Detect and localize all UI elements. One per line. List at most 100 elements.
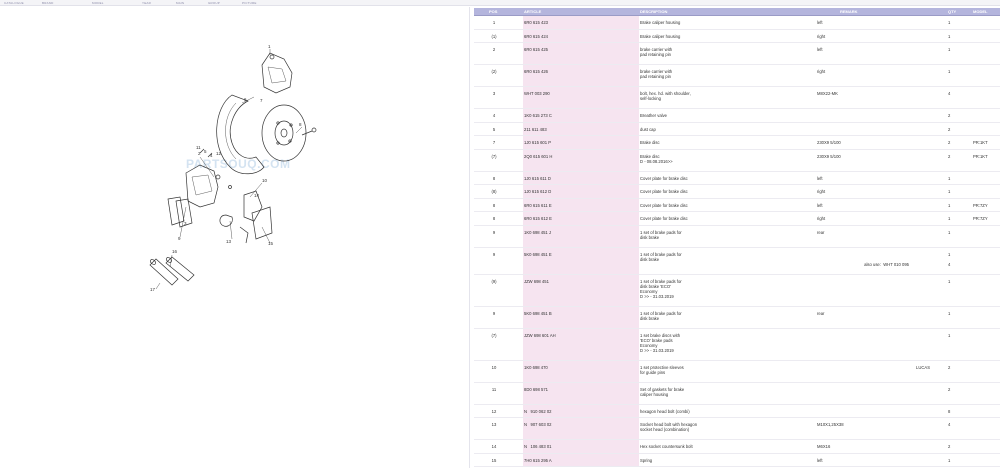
- table-row[interactable]: (7) JZW 698 601 AH 1 set brake discs with …: [474, 328, 1000, 361]
- nav-year[interactable]: YEAR: [142, 0, 151, 6]
- table-row[interactable]: 8 6R0 615 612 E Cover plate for brake disc…: [474, 212, 1000, 226]
- pos-cell: 4: [492, 113, 496, 118]
- nav-brand[interactable]: BRAND: [42, 0, 54, 6]
- nav-catalogue[interactable]: CATALOGUE: [4, 0, 24, 6]
- description-cell: 1 set of brake pads for disk brake: [640, 310, 682, 321]
- article-number-link[interactable]: 5K0 698 451 B: [524, 311, 636, 316]
- callout-5: 5: [204, 149, 207, 154]
- article-number-link[interactable]: 8D0 698 571: [524, 387, 636, 392]
- nav-picture[interactable]: PICTURE: [242, 0, 257, 6]
- article-number-link[interactable]: 1K0 615 273 C: [524, 113, 636, 118]
- article-number-link[interactable]: 5K0 698 451 E: [524, 252, 636, 257]
- nav-model[interactable]: MODEL: [92, 0, 104, 6]
- pos-cell: (7): [491, 153, 497, 159]
- article-number-link[interactable]: 1K0 698 451 J: [524, 230, 636, 235]
- table-row[interactable]: 2 6R0 615 425 brake carrier with pad retai…: [474, 43, 1000, 65]
- article-number-link[interactable]: JZW 698 601 AH: [524, 333, 636, 338]
- pos-cell: 9: [492, 251, 496, 257]
- article-number-link[interactable]: 2Q0 615 601 H: [524, 154, 636, 159]
- header-remark: REMARK: [840, 9, 858, 14]
- callout-9: 9: [178, 236, 181, 241]
- model-cell: PR:1KT: [973, 153, 988, 159]
- article-number-link[interactable]: N 910 062 02: [524, 409, 636, 414]
- qty-cell: 1: [948, 175, 951, 181]
- description-cell: 1 set protective sleeves for guide pins: [640, 364, 684, 375]
- table-row[interactable]: 9 5K0 698 451 E 1 set of brake pads for di…: [474, 247, 1000, 275]
- table-row[interactable]: (9) JZW 698 451 1 set of brake pads for di…: [474, 274, 1000, 307]
- qty-cell: 2: [948, 113, 951, 118]
- callout-15: 15: [268, 241, 274, 246]
- pos-cell: 2: [492, 47, 496, 52]
- table-row[interactable]: (8) 1J0 615 612 D Cover plate for brake di…: [474, 185, 1000, 199]
- qty-cell: 2: [948, 444, 951, 449]
- pos-cell: 13: [491, 422, 497, 427]
- remark-cell: rear: [817, 229, 825, 235]
- pos-cell: (1): [491, 33, 497, 39]
- remark-cell: left: [817, 175, 823, 181]
- description-cell: Spring: [640, 457, 653, 463]
- description-cell: 1 set brake discs with 'ECO' brake pads …: [640, 332, 681, 354]
- header-description: DESCRIPTION: [640, 9, 668, 14]
- article-number-link[interactable]: N 106 483 01: [524, 444, 636, 449]
- qty-cell: 2: [948, 153, 951, 159]
- table-row[interactable]: 11 8D0 698 571 Set of gaskets for brake ca…: [474, 382, 1000, 405]
- article-number-link[interactable]: 6R0 615 425: [524, 47, 636, 52]
- article-number-link[interactable]: 6R0 615 424: [524, 34, 636, 39]
- callout-1: 1: [268, 44, 271, 49]
- qty-cell: 1: [948, 47, 951, 52]
- remark-brand-cell: LUCAS: [916, 364, 930, 370]
- nav-group[interactable]: GROUP: [208, 0, 220, 6]
- article-number-link[interactable]: 211 611 483: [524, 127, 636, 132]
- description-cell: Set of gaskets for brake caliper housing: [640, 386, 685, 397]
- article-number-link[interactable]: 6R0 615 423: [524, 20, 636, 25]
- header-article: ARTICLE: [524, 9, 542, 14]
- table-row[interactable]: 4 1K0 615 273 C Breather valve 2: [474, 109, 1000, 123]
- article-number-link[interactable]: WHT 003 290: [524, 91, 636, 96]
- pos-cell: 15: [491, 457, 497, 463]
- table-row[interactable]: 15 7H0 615 295 A Spring left 1: [474, 453, 1000, 467]
- table-row[interactable]: 7 1J0 615 601 P Brake disc 230X9 5/100 2 PR:1…: [474, 136, 1000, 150]
- nav-main[interactable]: MAIN: [176, 0, 184, 6]
- table-row[interactable]: (2) 6R0 615 426 brake carrier with pad ret…: [474, 65, 1000, 87]
- cover-plate-drawing: [216, 94, 265, 175]
- pos-cell: (7): [491, 332, 497, 338]
- table-row[interactable]: 14 N 106 483 01 Hex socket countersunk bol…: [474, 440, 1000, 454]
- remark-cell: right: [817, 189, 826, 194]
- table-header: POS ARTICLE DESCRIPTION REMARK QTY MODEL: [474, 8, 1000, 16]
- article-number-link[interactable]: 6R0 615 426: [524, 69, 636, 74]
- also-use-note: also use: WHT 010 095: [864, 261, 909, 267]
- remark-cell: 230X9 5/100: [817, 140, 841, 145]
- table-row[interactable]: (1) 6R0 615 424 Brake caliper housing right…: [474, 29, 1000, 43]
- article-number-link[interactable]: 7H0 615 295 A: [524, 458, 636, 463]
- header-model: MODEL: [973, 9, 988, 14]
- callout-4: 4: [210, 153, 213, 158]
- article-number-link[interactable]: 1J0 615 612 D: [524, 189, 636, 194]
- table-row[interactable]: 9 5K0 698 451 B 1 set of brake pads for di…: [474, 306, 1000, 329]
- remark-cell: right: [817, 33, 826, 39]
- article-number-link[interactable]: 6R0 615 611 E: [524, 203, 636, 208]
- description-cell: Cover plate for brake disc: [640, 202, 688, 208]
- table-row[interactable]: 9 1K0 698 451 J 1 set of brake pads for di…: [474, 225, 1000, 248]
- remark-cell: 230X9 5/100: [817, 153, 841, 159]
- remark-cell: rear: [817, 310, 825, 316]
- article-number-link[interactable]: N 907 603 02: [524, 422, 636, 427]
- qty-cell: 2: [948, 126, 951, 132]
- table-row[interactable]: 5 211 611 483 dust cap 2: [474, 122, 1000, 136]
- table-row[interactable]: 8 1J0 615 611 D Cover plate for brake disc…: [474, 171, 1000, 185]
- article-number-link[interactable]: 1J0 615 601 P: [524, 140, 636, 145]
- table-row[interactable]: (7) 2Q0 615 601 H Brake disc D - 08.08.201…: [474, 149, 1000, 172]
- article-number-link[interactable]: 1K0 698 470: [524, 365, 636, 370]
- qty-cell: 1: [948, 251, 951, 257]
- qty-cell: 1: [948, 69, 951, 74]
- qty-cell: 1: [948, 457, 951, 463]
- table-row[interactable]: 1 6R0 615 423 Brake caliper housing left 1: [474, 16, 1000, 30]
- article-number-link[interactable]: JZW 698 451: [524, 279, 636, 284]
- table-body: 1 6R0 615 423 Brake caliper housing left 1 (1…: [474, 16, 1000, 467]
- table-row[interactable]: 13 N 907 603 02 Socket head bolt with hexa…: [474, 418, 1000, 440]
- table-row[interactable]: 10 1K0 698 470 1 set protective sleeves fo…: [474, 360, 1000, 383]
- table-row[interactable]: 8 6R0 615 611 E Cover plate for brake disc…: [474, 198, 1000, 212]
- article-number-link[interactable]: 1J0 615 611 D: [524, 176, 636, 181]
- table-row[interactable]: 12 N 910 062 02 hexagon head bolt (combi) 8: [474, 404, 1000, 418]
- table-row[interactable]: 3 WHT 003 290 bolt, hex. hd. with shoulder…: [474, 87, 1000, 109]
- article-number-link[interactable]: 6R0 615 612 E: [524, 216, 636, 221]
